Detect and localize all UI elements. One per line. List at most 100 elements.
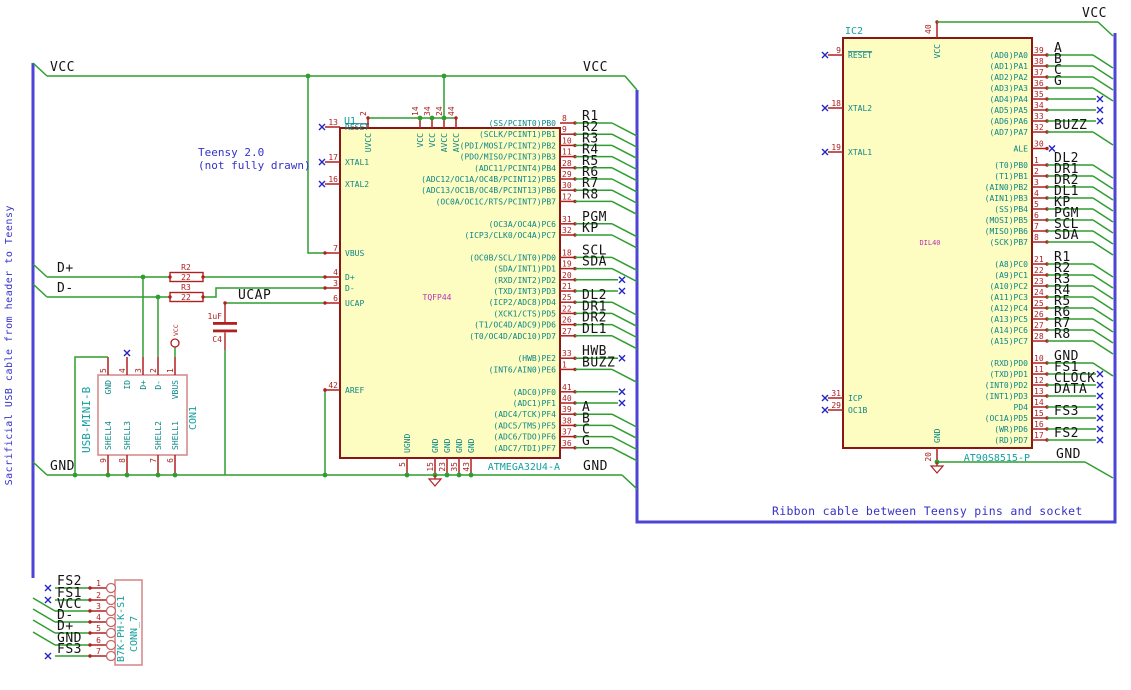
bus-entry[interactable] — [1092, 219, 1114, 234]
net-label[interactable]: R8 — [582, 187, 599, 202]
net-label[interactable]: FS2 — [1054, 426, 1079, 441]
bus-entry[interactable] — [621, 474, 638, 490]
bus-entry[interactable] — [1092, 197, 1114, 212]
capacitor-plate[interactable] — [213, 322, 237, 325]
pin-circle[interactable] — [105, 616, 117, 628]
bus-entry[interactable] — [611, 323, 638, 339]
bus-entry[interactable] — [611, 167, 638, 182]
bus-entry[interactable] — [1092, 208, 1114, 223]
component-value[interactable]: 22 — [181, 293, 191, 302]
net-label[interactable]: GND — [50, 459, 75, 474]
bus-entry[interactable] — [1092, 164, 1114, 179]
net-label[interactable]: D- — [57, 281, 74, 296]
bus-entry[interactable] — [611, 301, 638, 316]
bus-entry[interactable] — [32, 619, 56, 634]
component-value[interactable]: B7K-PH-K-S1 — [116, 596, 127, 662]
bus-entry[interactable] — [611, 178, 638, 193]
bus-entry[interactable] — [1084, 461, 1114, 479]
bus-entry[interactable] — [611, 200, 638, 216]
bus-entry[interactable] — [1092, 329, 1114, 344]
net-label[interactable]: DATA — [1054, 382, 1087, 397]
bus-entry[interactable] — [611, 155, 638, 171]
component-footprint[interactable]: DIL40 — [919, 239, 940, 247]
bus-entry[interactable] — [611, 424, 638, 440]
ribbon-note-text[interactable]: Ribbon cable between Teensy pins and soc… — [772, 504, 1083, 518]
net-label[interactable]: G — [582, 434, 590, 449]
bus-entry[interactable] — [32, 597, 56, 612]
bus-entry[interactable] — [1092, 186, 1114, 201]
bus-entry[interactable] — [1092, 263, 1114, 278]
pin-circle[interactable] — [105, 639, 117, 651]
side-note-text[interactable]: Sacrificial USB cable from header to Tee… — [4, 205, 15, 485]
bus-entry[interactable] — [32, 608, 56, 623]
pin-circle[interactable] — [105, 582, 117, 594]
net-label[interactable]: GND — [1056, 447, 1081, 462]
bus-entry[interactable] — [611, 256, 638, 272]
pin-circle[interactable] — [105, 650, 117, 662]
net-label[interactable]: SDA — [1054, 228, 1079, 243]
bus-entry[interactable] — [611, 133, 638, 148]
component-ref[interactable]: R2 — [181, 263, 191, 272]
component-ref[interactable]: CONN_7 — [129, 616, 140, 652]
pin-circle[interactable] — [105, 627, 117, 639]
bus-entry[interactable] — [32, 62, 48, 77]
bus-entry[interactable] — [1092, 241, 1114, 256]
net-label[interactable]: FS3 — [1054, 404, 1079, 419]
component-value[interactable]: ATMEGA32U4-A — [488, 462, 560, 473]
component-value[interactable]: 22 — [181, 273, 191, 282]
net-label[interactable]: SDA — [582, 255, 607, 270]
component-ref[interactable]: R3 — [181, 283, 191, 292]
net-label[interactable]: VCC — [1082, 6, 1107, 21]
bus-entry[interactable] — [611, 312, 638, 328]
bus-entry[interactable] — [611, 435, 638, 451]
net-label[interactable]: D+ — [57, 261, 74, 276]
bus-entry[interactable] — [611, 234, 638, 249]
net-label[interactable]: UCAP — [238, 288, 271, 303]
bus-entry[interactable] — [1092, 131, 1114, 146]
bus-entry[interactable] — [32, 283, 48, 298]
bus-entry[interactable] — [1092, 285, 1114, 300]
component-ref[interactable]: CON1 — [188, 406, 199, 430]
net-label[interactable]: VCC — [583, 60, 608, 75]
net-label[interactable]: BUZZ — [582, 355, 615, 370]
net-label[interactable]: KP — [582, 221, 599, 236]
net-label[interactable]: DL1 — [582, 322, 607, 337]
component-ref[interactable]: IC2 — [845, 26, 863, 37]
pin-circle[interactable] — [105, 605, 117, 617]
pin-circle[interactable] — [105, 594, 117, 606]
bus-entry[interactable] — [1092, 175, 1114, 190]
bus-entry[interactable] — [611, 223, 638, 238]
vcc-power-icon[interactable] — [170, 338, 180, 348]
bus-entry[interactable] — [1092, 76, 1114, 91]
net-label[interactable]: GND — [583, 459, 608, 474]
bus-entry[interactable] — [1092, 318, 1114, 333]
bus-entry[interactable] — [611, 335, 638, 350]
bus-entry[interactable] — [611, 447, 638, 462]
bus-entry[interactable] — [611, 144, 638, 160]
bus-entry[interactable] — [1092, 230, 1114, 245]
bus-entry[interactable] — [32, 631, 56, 646]
component-footprint[interactable]: TQFP44 — [423, 293, 452, 302]
teensy-note-text[interactable]: Teensy 2.0 (not fully drawn) — [198, 146, 311, 172]
net-label[interactable]: BUZZ — [1054, 118, 1087, 133]
bus-entry[interactable] — [611, 368, 638, 384]
component-value[interactable]: 1uF — [208, 312, 223, 321]
bus-entry[interactable] — [1092, 274, 1114, 289]
capacitor-plate[interactable] — [213, 329, 237, 333]
bus-entry[interactable] — [611, 122, 638, 137]
bus-entry[interactable] — [1092, 65, 1114, 80]
bus-entry[interactable] — [32, 263, 48, 278]
bus-entry[interactable] — [1092, 307, 1114, 322]
net-label[interactable]: R8 — [1054, 327, 1071, 342]
component-ref[interactable]: C4 — [212, 335, 222, 344]
bus-entry[interactable] — [611, 413, 638, 428]
bus-entry[interactable] — [1097, 21, 1114, 37]
bus-entry[interactable] — [1092, 54, 1114, 69]
net-label[interactable]: VCC — [50, 60, 75, 75]
bus-entry[interactable] — [624, 75, 638, 91]
bus-entry[interactable] — [32, 461, 48, 476]
component-value[interactable]: USB-MINI-B — [80, 386, 93, 453]
net-label[interactable]: FS3 — [57, 642, 82, 657]
net-label[interactable]: G — [1054, 74, 1062, 89]
bus-entry[interactable] — [611, 189, 638, 204]
